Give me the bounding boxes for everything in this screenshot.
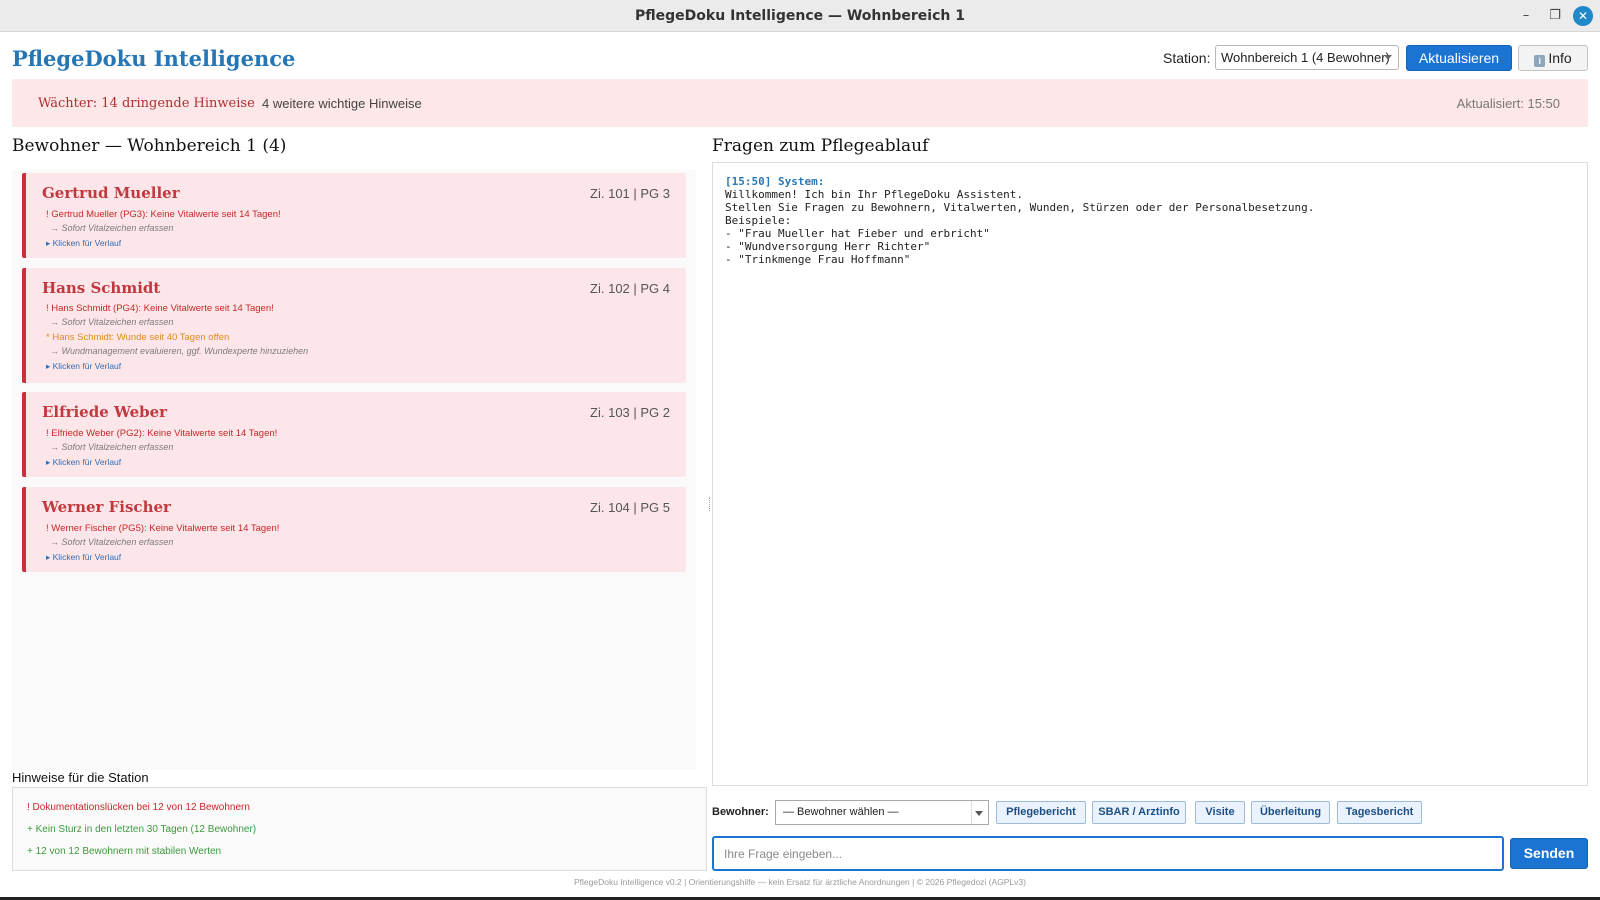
resident-card[interactable]: Werner Fischer Zi. 104 | PG 5 ! Werner F… <box>22 487 686 572</box>
resident-alert: ! Werner Fischer (PG5): Keine Vitalwerte… <box>46 523 280 534</box>
resident-hint: → Sofort Vitalzeichen erfassen <box>50 442 174 452</box>
window-title: PflegeDoku Intelligence — Wohnbereich 1 <box>635 8 965 24</box>
resident-room: Zi. 102 | PG 4 <box>590 281 670 296</box>
station-hints-title: Hinweise für die Station <box>12 770 149 785</box>
resident-hint: → Sofort Vitalzeichen erfassen <box>50 317 174 327</box>
nursing-report-button[interactable]: Pflegebericht <box>996 801 1086 824</box>
alert-banner: Wächter: 14 dringende Hinweise 4 weitere… <box>12 79 1588 127</box>
resident-card[interactable]: Gertrud Mueller Zi. 101 | PG 3 ! Gertrud… <box>22 173 686 258</box>
resident-select[interactable]: — Bewohner wählen — <box>775 800 989 825</box>
refresh-button[interactable]: Aktualisieren <box>1406 45 1512 71</box>
info-button[interactable]: i Info <box>1518 45 1588 71</box>
chat-title: Fragen zum Pflegeablauf <box>712 136 929 156</box>
resident-select-label: Bewohner: <box>712 806 769 818</box>
history-link[interactable]: ▸ Klicken für Verlauf <box>46 238 121 249</box>
history-link[interactable]: ▸ Klicken für Verlauf <box>46 457 121 468</box>
resident-alert: ! Elfriede Weber (PG2): Keine Vitalwerte… <box>46 428 278 439</box>
resident-list: Gertrud Mueller Zi. 101 | PG 3 ! Gertrud… <box>12 170 696 770</box>
resident-room: Zi. 103 | PG 2 <box>590 405 670 420</box>
station-select[interactable]: Wohnbereich 1 (4 Bewohner) <box>1215 45 1399 70</box>
send-button[interactable]: Senden <box>1510 838 1588 869</box>
station-hint: ! Dokumentationslücken bei 12 von 12 Bew… <box>27 802 250 813</box>
daily-report-button[interactable]: Tagesbericht <box>1337 801 1422 824</box>
transfer-button[interactable]: Überleitung <box>1251 801 1330 824</box>
app-logo: PflegeDoku Intelligence <box>12 46 296 71</box>
urgent-alerts[interactable]: Wächter: 14 dringende Hinweise <box>38 96 255 111</box>
chevron-down-icon <box>1384 55 1392 60</box>
chevron-down-icon <box>975 811 983 816</box>
resident-alert: ! Hans Schmidt (PG4): Keine Vitalwerte s… <box>46 303 274 314</box>
last-updated: Aktualisiert: 15:50 <box>1456 96 1560 111</box>
station-hints-panel: ! Dokumentationslücken bei 12 von 12 Bew… <box>12 787 707 871</box>
history-link[interactable]: ▸ Klicken für Verlauf <box>46 552 121 563</box>
more-alerts[interactable]: 4 weitere wichtige Hinweise <box>262 96 422 111</box>
app-header: PflegeDoku Intelligence Station: Wohnber… <box>0 32 1600 78</box>
resident-room: Zi. 104 | PG 5 <box>590 500 670 515</box>
station-label: Station: <box>1163 50 1211 66</box>
station-hint: + Kein Sturz in den letzten 30 Tagen (12… <box>27 824 257 835</box>
station-hint: + 12 von 12 Bewohnern mit stabilen Werte… <box>27 846 222 857</box>
resident-warning: * Hans Schmidt: Wunde seit 40 Tagen offe… <box>46 332 230 343</box>
chat-message: Willkommen! Ich bin Ihr PflegeDoku Assis… <box>725 188 1315 266</box>
residents-title: Bewohner — Wohnbereich 1 (4) <box>12 136 287 156</box>
resident-hint: → Sofort Vitalzeichen erfassen <box>50 537 174 547</box>
window-titlebar: PflegeDoku Intelligence — Wohnbereich 1 … <box>0 0 1600 32</box>
minimize-icon[interactable]: – <box>1516 6 1536 26</box>
resident-name: Werner Fischer <box>42 498 171 516</box>
resident-room: Zi. 101 | PG 3 <box>590 186 670 201</box>
resident-select-value: — Bewohner wählen — <box>783 806 899 818</box>
visit-button[interactable]: Visite <box>1195 801 1245 824</box>
info-button-label: Info <box>1548 50 1572 66</box>
resident-name: Elfriede Weber <box>42 403 168 421</box>
footer-text: PflegeDoku Intelligence v0.2 | Orientier… <box>574 877 1026 887</box>
resident-hint: → Wundmanagement evaluieren, ggf. Wundex… <box>50 346 309 356</box>
station-select-value: Wohnbereich 1 (4 Bewohner) <box>1221 50 1390 65</box>
resident-name: Hans Schmidt <box>42 279 161 297</box>
sbar-button[interactable]: SBAR / Arztinfo <box>1092 801 1186 824</box>
resident-alert: ! Gertrud Mueller (PG3): Keine Vitalwert… <box>46 209 281 220</box>
question-input[interactable] <box>712 836 1504 871</box>
resident-card[interactable]: Hans Schmidt Zi. 102 | PG 4 ! Hans Schmi… <box>22 268 686 383</box>
chat-log: [15:50] System: Willkommen! Ich bin Ihr … <box>712 162 1588 786</box>
chat-sender: [15:50] System: <box>725 175 825 188</box>
resident-name: Gertrud Mueller <box>42 184 180 202</box>
maximize-icon[interactable]: ❐ <box>1545 6 1565 26</box>
resident-card[interactable]: Elfriede Weber Zi. 103 | PG 2 ! Elfriede… <box>22 392 686 477</box>
history-link[interactable]: ▸ Klicken für Verlauf <box>46 361 121 372</box>
close-icon[interactable]: ✕ <box>1573 6 1593 26</box>
resident-hint: → Sofort Vitalzeichen erfassen <box>50 223 174 233</box>
info-icon: i <box>1534 55 1546 67</box>
